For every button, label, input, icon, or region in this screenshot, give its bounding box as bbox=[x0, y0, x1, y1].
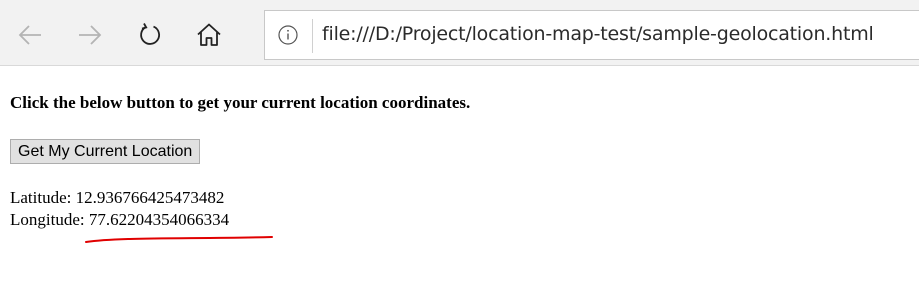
forward-button[interactable] bbox=[72, 17, 108, 53]
arrow-right-icon bbox=[79, 25, 102, 45]
info-icon[interactable] bbox=[277, 24, 299, 46]
address-url[interactable]: file:///D:/Project/location-map-test/sam… bbox=[322, 23, 874, 45]
browser-toolbar: file:///D:/Project/location-map-test/sam… bbox=[0, 0, 919, 66]
home-button[interactable] bbox=[191, 17, 227, 53]
arrow-left-icon bbox=[18, 25, 41, 45]
home-icon bbox=[197, 23, 221, 46]
address-bar-separator bbox=[312, 19, 313, 53]
refresh-button[interactable] bbox=[132, 17, 168, 53]
red-underline-annotation bbox=[85, 236, 273, 243]
refresh-icon bbox=[140, 23, 160, 45]
back-button[interactable] bbox=[12, 17, 48, 53]
page-content: Click the below button to get your curre… bbox=[0, 67, 919, 306]
address-bar[interactable]: file:///D:/Project/location-map-test/sam… bbox=[264, 10, 919, 60]
